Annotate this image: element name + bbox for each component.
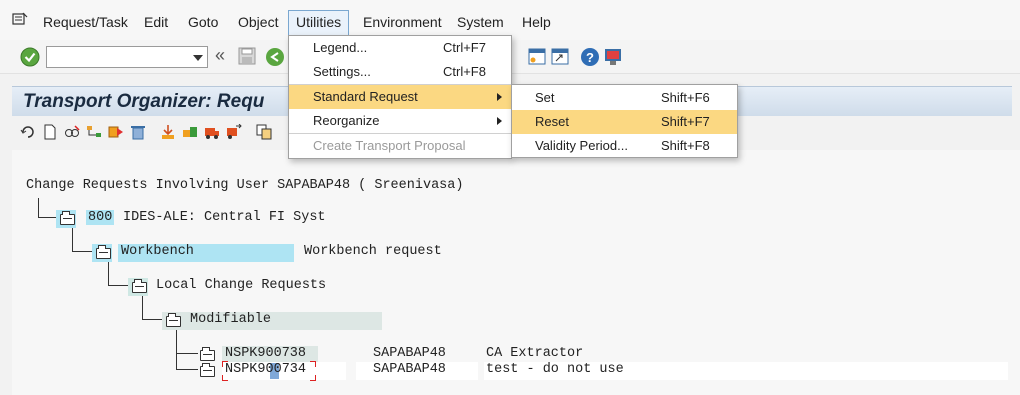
create-session-icon[interactable] <box>527 47 547 67</box>
menu-icon[interactable] <box>12 12 28 26</box>
menu-item-set[interactable]: Set Shift+F6 <box>512 86 737 110</box>
page-title: Transport Organizer: Requ <box>23 91 265 112</box>
hierarchy-icon[interactable] <box>86 124 102 140</box>
tree-area: Change Requests Involving User SAPABAP48… <box>12 150 1020 395</box>
request-owner: SAPABAP48 <box>373 362 446 377</box>
workbench-label[interactable]: Workbench <box>121 244 194 259</box>
local-change-requests-label[interactable]: Local Change Requests <box>156 278 326 293</box>
menu-bar: Request/Task Edit Goto Object Utilities … <box>0 0 1020 40</box>
menu-item-label: Reset <box>535 114 569 129</box>
transport-icon[interactable] <box>182 124 198 140</box>
tree-connector <box>142 296 164 320</box>
focus-corner <box>222 361 228 367</box>
tree-connector <box>72 228 94 252</box>
command-field[interactable] <box>46 46 208 68</box>
tree-connector <box>176 350 198 370</box>
menu-item-settings[interactable]: Settings... Ctrl+F8 <box>289 60 511 84</box>
folder-icon[interactable] <box>60 211 75 225</box>
menu-item-shortcut: Ctrl+F8 <box>443 64 486 79</box>
menu-help[interactable]: Help <box>522 14 551 30</box>
menu-item-label: Settings... <box>313 64 371 79</box>
menu-edit[interactable]: Edit <box>144 14 168 30</box>
menu-item-validity-period[interactable]: Validity Period... Shift+F8 <box>512 134 737 158</box>
menu-item-shortcut: Shift+F6 <box>661 90 710 105</box>
menu-item-standard-request[interactable]: Standard Request <box>289 85 511 109</box>
request-description: test - do not use <box>486 362 624 377</box>
menu-item-create-transport-proposal: Create Transport Proposal <box>289 134 511 158</box>
modifiable-label[interactable]: Modifiable <box>190 312 271 327</box>
help-icon[interactable]: ? <box>580 47 600 67</box>
client-number[interactable]: 800 <box>86 210 115 225</box>
double-left-arrow-icon[interactable]: « <box>215 45 235 65</box>
display-change-icon[interactable] <box>64 124 80 140</box>
folder-icon[interactable] <box>96 245 111 259</box>
menu-object[interactable]: Object <box>238 14 278 30</box>
menu-item-label: Create Transport Proposal <box>313 138 466 153</box>
folder-icon[interactable] <box>166 313 181 327</box>
menu-item-shortcut: Shift+F8 <box>661 138 710 153</box>
request-id[interactable]: NSPK900738 <box>225 346 306 361</box>
menu-item-legend[interactable]: Legend... Ctrl+F7 <box>289 36 511 60</box>
svg-text:?: ? <box>586 50 594 65</box>
request-owner: SAPABAP48 <box>373 346 446 361</box>
menu-goto[interactable]: Goto <box>188 14 218 30</box>
import-icon[interactable] <box>160 124 176 140</box>
menu-system[interactable]: System <box>457 14 504 30</box>
request-description: CA Extractor <box>486 346 584 361</box>
copy-objects-icon[interactable] <box>256 124 272 140</box>
save-icon[interactable] <box>238 47 258 67</box>
menu-item-shortcut: Ctrl+F7 <box>443 40 486 55</box>
folder-icon[interactable] <box>132 279 147 293</box>
request-id[interactable]: NSPK900734 <box>225 362 306 377</box>
tree-root-label: Change Requests Involving User SAPABAP48… <box>26 178 464 193</box>
menu-item-label: Standard Request <box>313 89 418 104</box>
standard-request-submenu: Set Shift+F6 Reset Shift+F7 Validity Per… <box>511 84 738 158</box>
menu-item-label: Validity Period... <box>535 138 628 153</box>
dropdown-arrow-icon[interactable] <box>193 55 203 61</box>
submenu-arrow-icon <box>497 93 502 101</box>
utilities-menu: Legend... Ctrl+F7 Settings... Ctrl+F8 St… <box>288 35 512 159</box>
truck-icon[interactable] <box>204 124 220 140</box>
focus-corner <box>310 361 316 367</box>
menu-item-label: Set <box>535 90 555 105</box>
tree-connector <box>108 262 130 286</box>
menu-item-label: Reorganize <box>313 113 380 128</box>
workbench-description: Workbench request <box>304 244 442 259</box>
document-icon[interactable] <box>42 124 58 140</box>
submenu-arrow-icon <box>497 117 502 125</box>
menu-item-reset[interactable]: Reset Shift+F7 <box>512 110 737 134</box>
focus-corner <box>310 375 316 381</box>
generate-shortcut-icon[interactable] <box>550 47 570 67</box>
back-icon[interactable] <box>265 47 285 67</box>
menu-item-shortcut: Shift+F7 <box>661 114 710 129</box>
menu-utilities[interactable]: Utilities <box>288 10 350 36</box>
client-description: IDES-ALE: Central FI Syst <box>123 210 326 225</box>
refresh-icon[interactable] <box>20 124 36 140</box>
customize-layout-icon[interactable] <box>603 47 623 67</box>
menu-item-label: Legend... <box>313 40 368 55</box>
focus-corner <box>222 375 228 381</box>
folder-icon[interactable] <box>200 347 215 361</box>
release-icon[interactable] <box>108 124 124 140</box>
enter-check-icon[interactable] <box>20 47 40 67</box>
folder-icon[interactable] <box>200 363 215 377</box>
truck-arrow-icon[interactable] <box>226 123 242 140</box>
menu-request-task[interactable]: Request/Task <box>43 14 128 30</box>
menu-item-reorganize[interactable]: Reorganize <box>289 109 511 133</box>
menu-environment[interactable]: Environment <box>363 14 442 30</box>
delete-icon[interactable] <box>130 124 146 140</box>
